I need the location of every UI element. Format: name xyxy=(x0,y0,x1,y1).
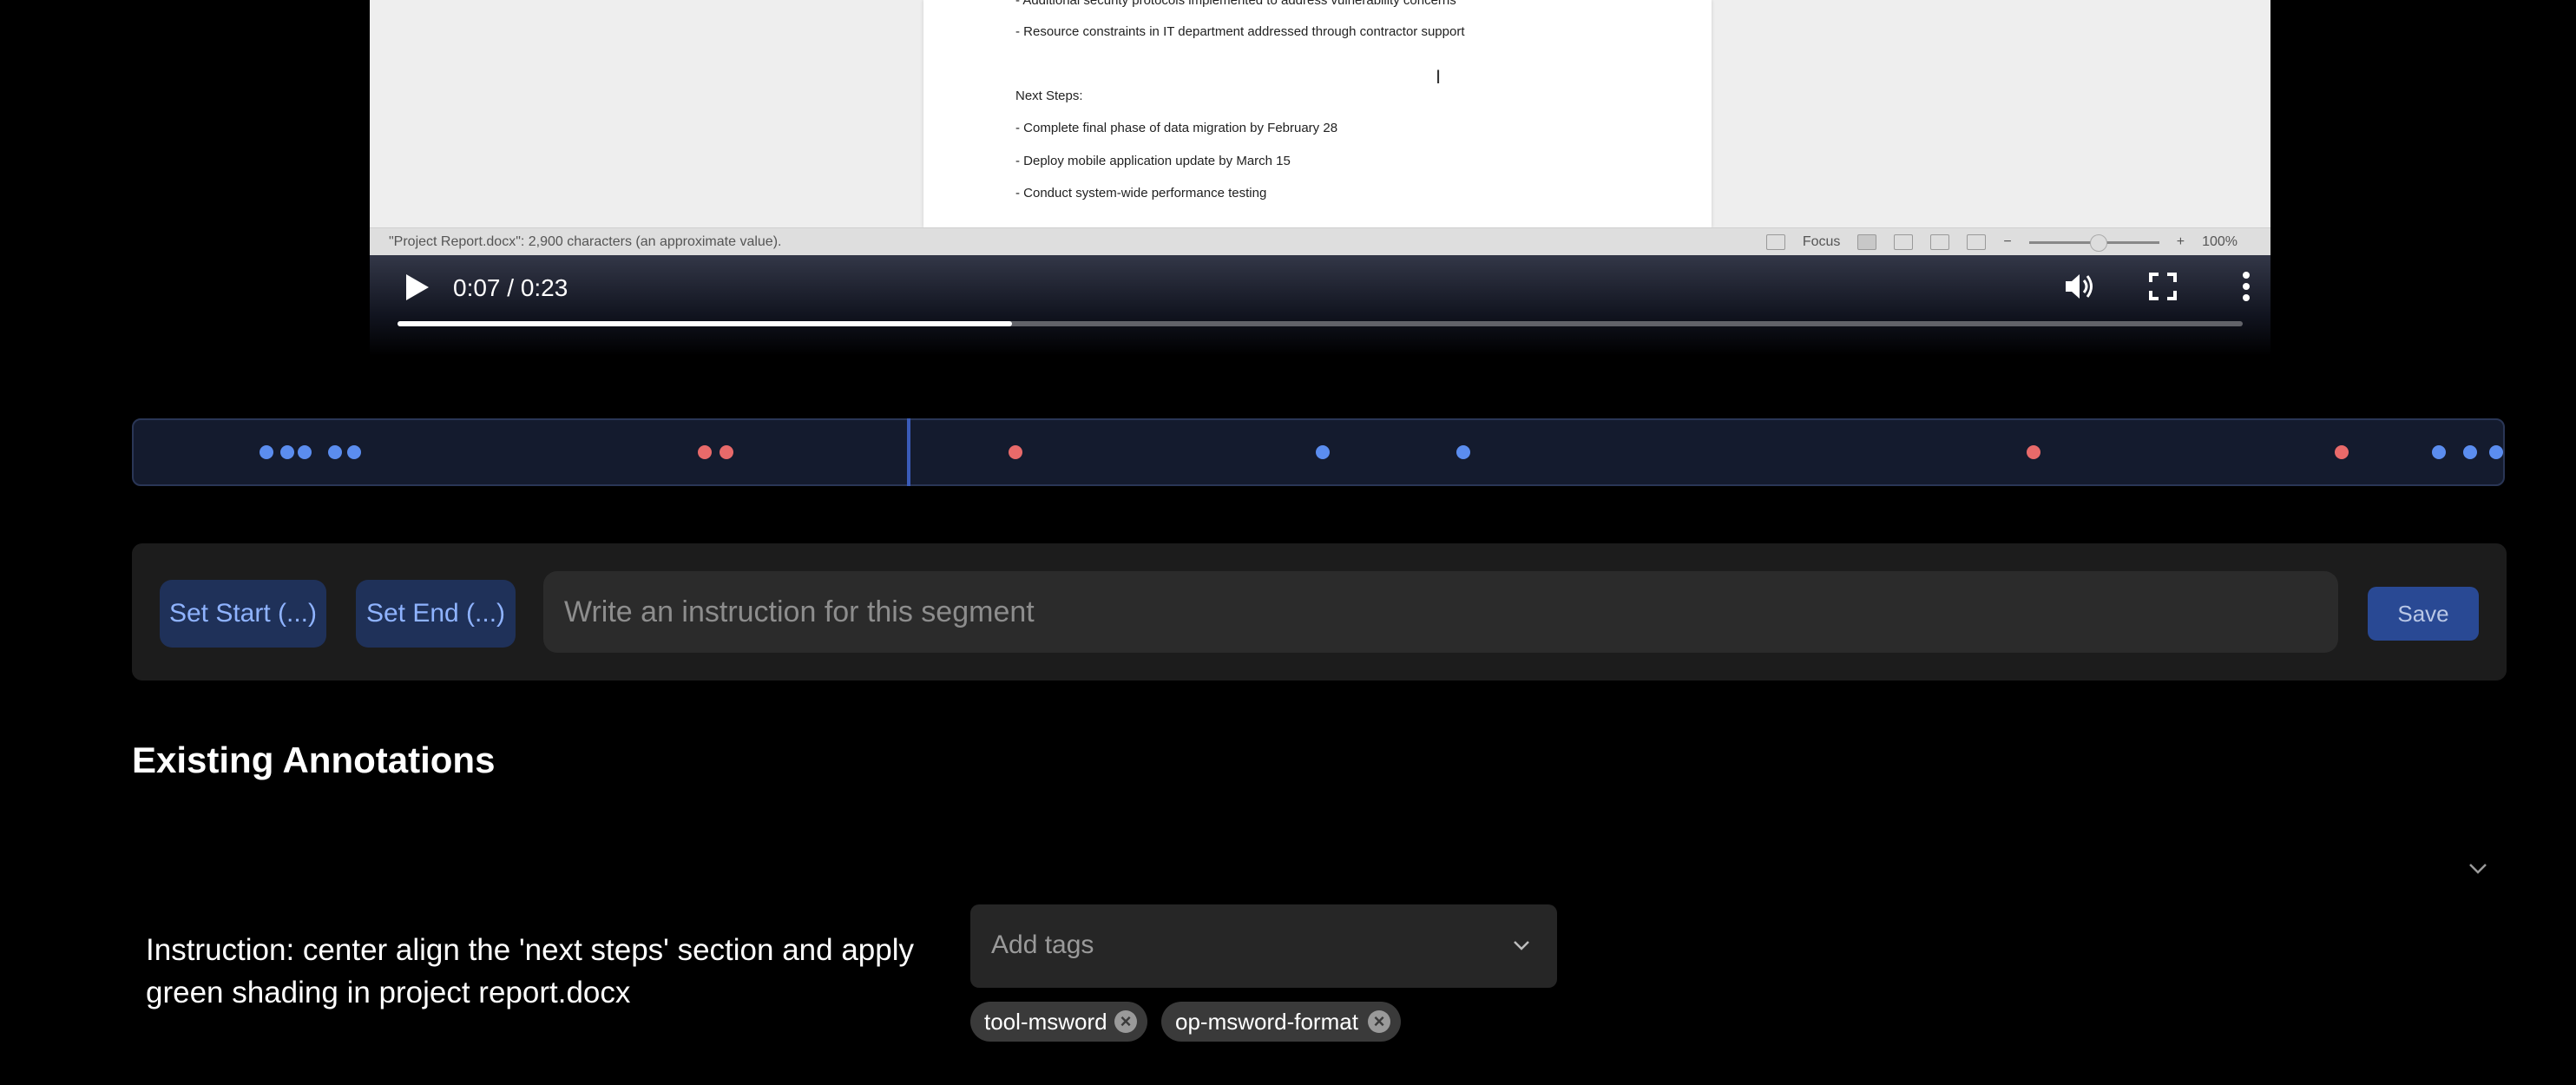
zoom-slider xyxy=(2028,233,2159,252)
timeline-marker[interactable] xyxy=(2432,445,2447,459)
annotation-timeline[interactable] xyxy=(132,418,2505,486)
video-progress-fill xyxy=(398,321,1012,326)
chevron-down-icon[interactable] xyxy=(2465,856,2491,882)
set-end-button[interactable]: Set End (...) xyxy=(356,580,516,648)
focus-icon xyxy=(1765,234,1785,250)
fullscreen-icon[interactable] xyxy=(2146,269,2180,304)
character-count: "Project Report.docx": 2,900 characters … xyxy=(389,234,782,249)
tags-placeholder: Add tags xyxy=(991,930,1094,959)
timeline-marker[interactable] xyxy=(1456,445,1470,459)
web-layout-icon xyxy=(1894,234,1914,250)
tag-label: op-msword-format xyxy=(1175,1009,1358,1035)
chevron-down-icon xyxy=(1514,941,1529,950)
timeline-marker[interactable] xyxy=(697,445,712,459)
timeline-marker[interactable] xyxy=(346,445,361,459)
annotation-instruction: Instruction: center align the 'next step… xyxy=(146,933,914,1009)
timeline-marker[interactable] xyxy=(2488,445,2503,459)
document-heading: Next Steps: xyxy=(1015,89,1083,103)
remove-tag-icon[interactable]: × xyxy=(1368,1010,1390,1033)
zoom-percent: 100% xyxy=(2202,234,2238,249)
document-page: - Additional security protocols implemen… xyxy=(923,0,1712,227)
timeline-marker[interactable] xyxy=(2335,445,2349,459)
timeline-marker[interactable] xyxy=(2027,445,2041,459)
zoom-in-icon: + xyxy=(2176,234,2185,249)
more-options-icon[interactable] xyxy=(2229,269,2264,304)
timeline-marker[interactable] xyxy=(1008,445,1022,459)
volume-icon[interactable] xyxy=(2060,269,2095,304)
tag-chip: op-msword-format × xyxy=(1161,1002,1401,1042)
timeline-marker[interactable] xyxy=(2462,445,2477,459)
timeline-marker[interactable] xyxy=(719,445,733,459)
focus-label: Focus xyxy=(1802,234,1841,249)
video-player[interactable]: - Additional security protocols implemen… xyxy=(370,0,2270,356)
save-button[interactable]: Save xyxy=(2368,587,2479,641)
print-layout-icon xyxy=(1857,234,1877,250)
tag-chip: tool-msword × xyxy=(970,1002,1147,1042)
text-cursor-icon: I xyxy=(1436,66,1442,88)
video-progress-bar[interactable] xyxy=(398,321,2243,326)
zoom-slider-thumb xyxy=(2089,233,2107,252)
tags-select[interactable]: Add tags xyxy=(970,904,1557,988)
draft-view-icon xyxy=(1967,234,1987,250)
time-display: 0:07 / 0:23 xyxy=(453,274,568,301)
timeline-marker[interactable] xyxy=(328,445,343,459)
document-line: - Additional security protocols implemen… xyxy=(1015,0,1456,8)
timeline-marker[interactable] xyxy=(1316,445,1331,459)
timeline-marker[interactable] xyxy=(280,445,295,459)
word-status-bar: "Project Report.docx": 2,900 characters … xyxy=(370,227,2270,256)
outline-view-icon xyxy=(1930,234,1950,250)
timeline-playhead[interactable] xyxy=(906,418,910,486)
instruction-input[interactable] xyxy=(543,571,2338,653)
video-controls: 0:07 / 0:23 xyxy=(370,255,2270,356)
existing-annotations-heading: Existing Annotations xyxy=(132,740,496,780)
play-icon[interactable] xyxy=(403,273,430,302)
document-line: - Resource constraints in IT department … xyxy=(1015,24,1465,39)
timeline-marker[interactable] xyxy=(297,445,312,459)
document-line: - Conduct system-wide performance testin… xyxy=(1015,186,1267,201)
timeline-marker[interactable] xyxy=(259,445,273,459)
zoom-out-icon: − xyxy=(2003,234,2012,249)
set-start-button[interactable]: Set Start (...) xyxy=(160,580,326,648)
segment-editor: Set Start (...) Set End (...) Save xyxy=(132,543,2507,681)
tag-label: tool-msword xyxy=(984,1009,1107,1035)
document-line: - Complete final phase of data migration… xyxy=(1015,121,1338,135)
document-line: - Deploy mobile application update by Ma… xyxy=(1015,154,1291,168)
remove-tag-icon[interactable]: × xyxy=(1114,1010,1137,1033)
